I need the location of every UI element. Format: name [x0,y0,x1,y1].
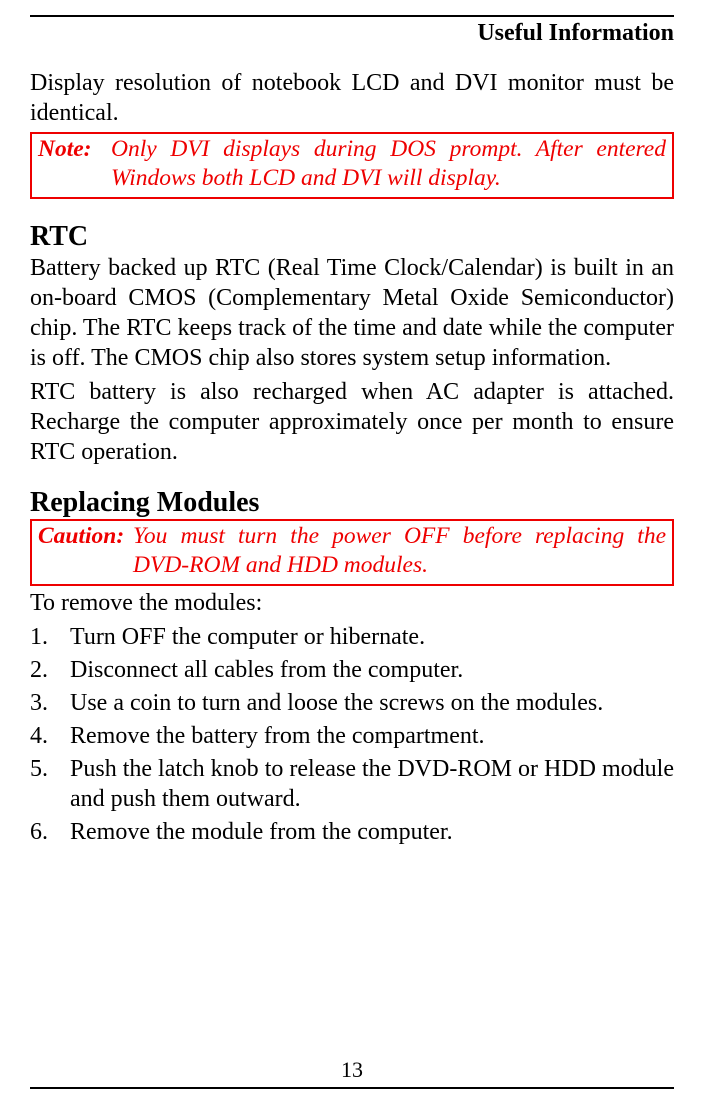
list-item: 3.Use a coin to turn and loose the screw… [30,688,674,718]
step-text: Turn OFF the computer or hibernate. [70,622,674,652]
page-content: Display resolution of notebook LCD and D… [30,0,674,847]
note-text: Only DVI displays during DOS prompt. Aft… [105,135,666,194]
caution-box: Caution: You must turn the power OFF bef… [30,519,674,586]
list-item: 4.Remove the battery from the compartmen… [30,721,674,751]
step-text: Disconnect all cables from the computer. [70,655,674,685]
rtc-heading: RTC [30,221,674,253]
rtc-para-1: Battery backed up RTC (Real Time Clock/C… [30,253,674,373]
steps-lead: To remove the modules: [30,588,674,618]
footer-divider [30,1087,674,1089]
steps-list: 1.Turn OFF the computer or hibernate. 2.… [30,622,674,847]
list-item: 6.Remove the module from the computer. [30,817,674,847]
rtc-para-2: RTC battery is also recharged when AC ad… [30,377,674,467]
step-text: Remove the battery from the compartment. [70,721,674,751]
list-item: 1.Turn OFF the computer or hibernate. [30,622,674,652]
step-text: Remove the module from the computer. [70,817,674,847]
intro-paragraph: Display resolution of notebook LCD and D… [30,68,674,128]
step-text: Push the latch knob to release the DVD-R… [70,754,674,814]
replacing-heading: Replacing Modules [30,487,674,519]
list-item: 2.Disconnect all cables from the compute… [30,655,674,685]
step-text: Use a coin to turn and loose the screws … [70,688,674,718]
caution-text: You must turn the power OFF before repla… [133,522,666,581]
page-number: 13 [30,1057,674,1083]
caution-label: Caution: [38,522,133,581]
note-label: Note: [38,135,105,194]
page-header: Useful Information [477,20,674,47]
note-box: Note: Only DVI displays during DOS promp… [30,132,674,199]
header-divider [30,15,674,17]
list-item: 5.Push the latch knob to release the DVD… [30,754,674,814]
